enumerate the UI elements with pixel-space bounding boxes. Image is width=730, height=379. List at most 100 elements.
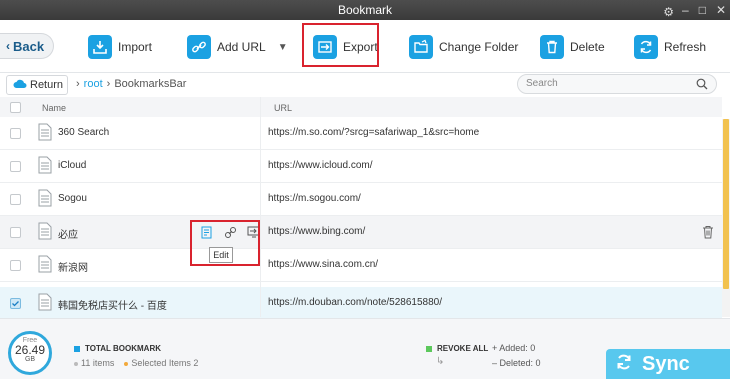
bookmark-name: 新浪网 bbox=[58, 263, 88, 274]
table-row[interactable]: 韩国免税店买什么 - 百度 https://m.douban.com/note/… bbox=[0, 287, 722, 320]
title-bar: Bookmark ⚙ – □ ✕ bbox=[0, 0, 730, 20]
deleted-count: – Deleted: 0 bbox=[492, 358, 541, 368]
window-title: Bookmark bbox=[337, 3, 393, 17]
column-header-url[interactable]: URL bbox=[274, 103, 292, 113]
table-row[interactable]: iCloud https://www.icloud.com/ bbox=[0, 150, 722, 183]
sync-icon bbox=[614, 352, 634, 378]
delete-button[interactable]: Delete bbox=[540, 32, 605, 62]
select-all-checkbox[interactable] bbox=[10, 102, 21, 113]
sync-label: Sync bbox=[642, 353, 690, 375]
refresh-icon bbox=[634, 35, 658, 59]
back-label: Back bbox=[13, 38, 45, 54]
add-url-label: Add URL bbox=[217, 40, 266, 54]
minimize-button[interactable]: – bbox=[682, 0, 689, 20]
breadcrumb-root[interactable]: root bbox=[84, 78, 103, 90]
breadcrumb-current: BookmarksBar bbox=[114, 78, 187, 90]
bookmark-name: 必应 bbox=[58, 230, 78, 241]
import-button[interactable]: Import bbox=[88, 32, 152, 62]
revoke-arrow-icon: ↳ bbox=[436, 356, 445, 367]
deleted-text: Deleted: 0 bbox=[499, 358, 541, 368]
breadcrumb: › root › BookmarksBar bbox=[76, 78, 186, 90]
refresh-label: Refresh bbox=[664, 40, 707, 54]
added-count: + Added: 0 bbox=[492, 343, 535, 353]
sync-button[interactable]: Sync bbox=[606, 349, 730, 379]
minus-icon: – bbox=[492, 358, 500, 368]
row-checkbox[interactable] bbox=[10, 161, 21, 172]
revoke-all-button[interactable]: REVOKE ALL bbox=[426, 344, 488, 353]
maximize-button[interactable]: □ bbox=[699, 0, 706, 20]
free-space-gauge: Free 26.49 GB bbox=[8, 331, 52, 375]
total-bookmark: TOTAL BOOKMARK bbox=[74, 344, 161, 353]
trash-icon bbox=[540, 35, 564, 59]
column-header-name[interactable]: Name bbox=[42, 103, 66, 113]
table-row[interactable]: 新浪网 https://www.sina.com.cn/ bbox=[0, 249, 722, 282]
bookmark-url: https://www.bing.com/ bbox=[268, 226, 366, 237]
chevron-left-icon: ‹ bbox=[6, 39, 10, 53]
search-placeholder: Search bbox=[526, 78, 558, 89]
table-row[interactable]: 360 Search https://m.so.com/?srcg=safari… bbox=[0, 117, 722, 150]
row-checkbox[interactable] bbox=[10, 194, 21, 205]
import-icon bbox=[88, 35, 112, 59]
items-count: 11 items bbox=[74, 358, 114, 368]
added-text: Added: 0 bbox=[499, 343, 536, 353]
search-input[interactable]: Search bbox=[517, 74, 717, 94]
bookmark-url: https://www.icloud.com/ bbox=[268, 160, 373, 171]
document-icon bbox=[38, 123, 52, 144]
back-button[interactable]: ‹ Back bbox=[0, 33, 54, 59]
selected-dot bbox=[124, 361, 129, 366]
breadcrumb-separator-icon: › bbox=[106, 78, 111, 90]
search-icon[interactable] bbox=[696, 78, 708, 97]
edit-tooltip: Edit bbox=[209, 247, 233, 263]
total-bookmark-label: TOTAL BOOKMARK bbox=[85, 344, 161, 353]
change-folder-button[interactable]: Change Folder bbox=[409, 32, 518, 62]
bookmark-url: https://m.sogou.com/ bbox=[268, 193, 361, 204]
refresh-button[interactable]: Refresh bbox=[634, 32, 706, 62]
link-icon bbox=[187, 35, 211, 59]
document-icon bbox=[38, 222, 52, 243]
dropdown-caret-icon[interactable]: ▼ bbox=[278, 42, 288, 53]
add-url-button[interactable]: Add URL ▼ bbox=[187, 32, 288, 62]
free-space-value: 26.49 bbox=[14, 343, 46, 357]
bookmark-name: Sogou bbox=[58, 193, 87, 204]
folder-change-icon bbox=[409, 35, 433, 59]
table-row[interactable]: Sogou https://m.sogou.com/ bbox=[0, 183, 722, 216]
bookmark-name: 韩国免税店买什么 - 百度 bbox=[58, 301, 167, 312]
table-row[interactable]: 必应 https://www.bing.com/ bbox=[0, 216, 722, 249]
column-divider bbox=[260, 97, 261, 317]
settings-gear-icon[interactable]: ⚙ bbox=[663, 2, 674, 22]
selected-count: Selected Items 2 bbox=[124, 358, 198, 368]
row-delete-icon[interactable] bbox=[702, 225, 714, 242]
document-icon bbox=[38, 189, 52, 210]
bookmark-url: https://www.sina.com.cn/ bbox=[268, 259, 379, 270]
selected-text: Selected Items 2 bbox=[131, 358, 199, 368]
change-folder-label: Change Folder bbox=[439, 40, 519, 54]
revoke-color-square bbox=[426, 345, 432, 352]
row-checkbox[interactable] bbox=[10, 260, 21, 271]
document-icon bbox=[38, 255, 52, 276]
free-space-unit: GB bbox=[24, 356, 36, 363]
close-button[interactable]: ✕ bbox=[716, 0, 726, 20]
document-icon bbox=[38, 156, 52, 177]
scrollbar-thumb[interactable] bbox=[723, 119, 729, 289]
bookmark-url: https://m.douban.com/note/528615880/ bbox=[268, 297, 443, 308]
return-button[interactable]: Return bbox=[6, 75, 68, 95]
revoke-all-label: REVOKE ALL bbox=[437, 344, 489, 353]
row-checkbox-checked[interactable] bbox=[10, 298, 21, 309]
export-highlight-box bbox=[302, 23, 379, 67]
row-checkbox[interactable] bbox=[10, 128, 21, 139]
cloud-return-icon bbox=[13, 79, 27, 92]
path-bar: Return › root › BookmarksBar Search bbox=[0, 72, 730, 96]
return-label: Return bbox=[30, 79, 64, 91]
delete-label: Delete bbox=[570, 40, 605, 54]
items-text: 11 items bbox=[81, 358, 115, 368]
footer: Free 26.49 GB TOTAL BOOKMARK 11 items Se… bbox=[0, 318, 730, 379]
table-header: Name URL bbox=[0, 97, 722, 119]
breadcrumb-separator-icon: › bbox=[76, 78, 80, 90]
total-color-square bbox=[74, 345, 80, 352]
items-dot bbox=[74, 361, 78, 366]
row-checkbox[interactable] bbox=[10, 227, 21, 238]
bookmark-url: https://m.so.com/?srcg=safariwap_1&src=h… bbox=[268, 127, 480, 138]
document-icon bbox=[38, 293, 52, 314]
bookmark-name: 360 Search bbox=[58, 127, 110, 138]
import-label: Import bbox=[118, 40, 153, 54]
